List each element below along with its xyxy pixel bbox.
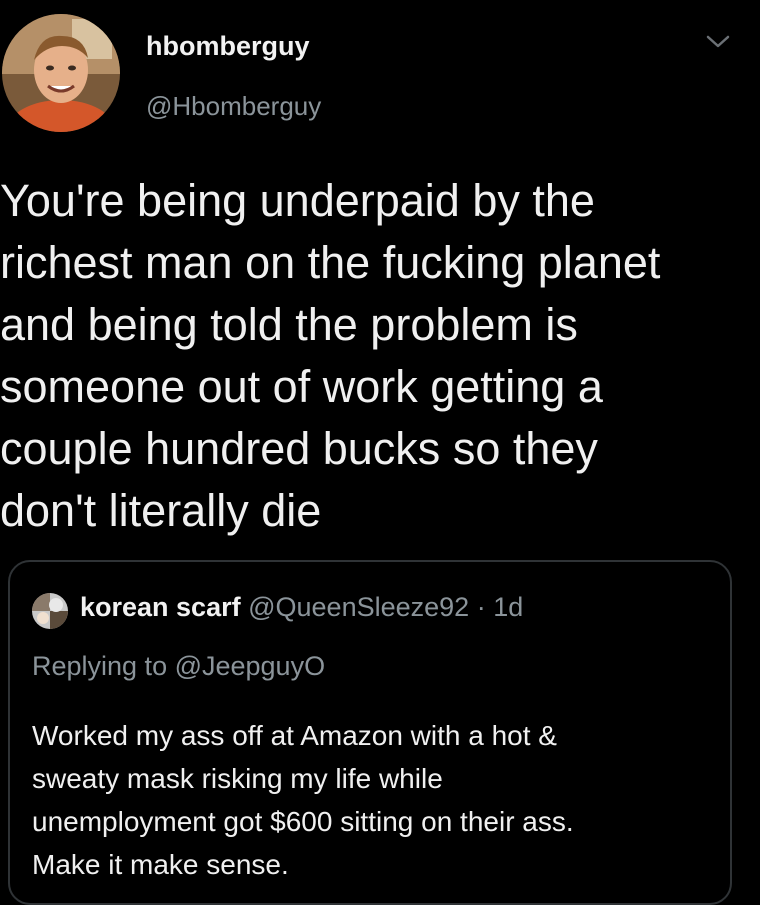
avatar-photo bbox=[2, 14, 120, 132]
quoted-display-name[interactable]: korean scarf bbox=[80, 592, 241, 622]
tweet-card: hbomberguy @Hbomberguy You're being unde… bbox=[0, 0, 760, 905]
quoted-handle[interactable]: @QueenSleeze92 bbox=[248, 592, 469, 622]
author-handle[interactable]: @Hbomberguy bbox=[146, 91, 321, 122]
chevron-down-icon[interactable] bbox=[704, 32, 732, 52]
author-avatar[interactable] bbox=[2, 14, 120, 132]
quoted-tweet-card[interactable]: korean scarf @QueenSleeze92 · 1d Replyin… bbox=[8, 560, 732, 905]
quoted-author-avatar bbox=[32, 593, 68, 629]
quoted-separator: · bbox=[476, 592, 486, 622]
quoted-tweet-text: Worked my ass off at Amazon with a hot &… bbox=[32, 720, 574, 880]
author-display-name[interactable]: hbomberguy bbox=[146, 31, 310, 62]
replying-to: Replying to @JeepguyO bbox=[32, 651, 326, 681]
quoted-timestamp[interactable]: 1d bbox=[493, 592, 523, 622]
tweet-text: You're being underpaid by the richest ma… bbox=[0, 175, 661, 536]
quoted-tweet-header: korean scarf @QueenSleeze92 · 1d bbox=[80, 592, 523, 623]
